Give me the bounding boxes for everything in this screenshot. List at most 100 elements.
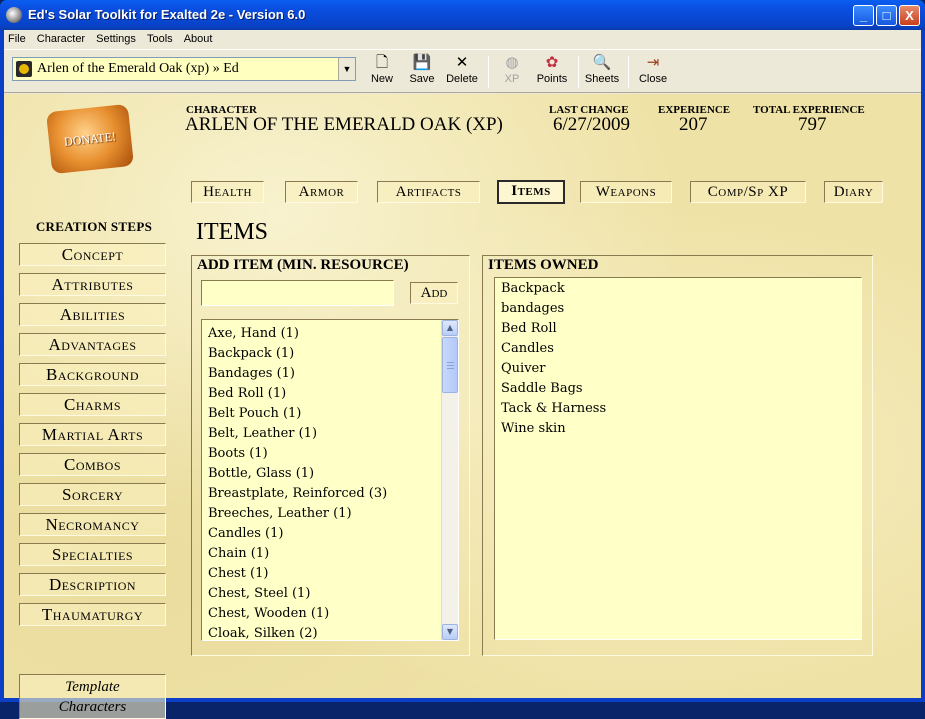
catalog-list-item[interactable]: Belt Pouch (1): [208, 404, 301, 424]
character-select-value: Arlen of the Emerald Oak (xp) » Ed: [37, 61, 239, 76]
tab-diary[interactable]: Diary: [824, 181, 883, 203]
catalog-list-item[interactable]: Chest, Wooden (1): [208, 604, 329, 624]
sheets-label: Sheets: [584, 73, 620, 85]
app-window: Ed's Solar Toolkit for Exalted 2e - Vers…: [0, 0, 925, 719]
step-description[interactable]: Description: [19, 573, 166, 596]
main-content: DONATE! CREATION STEPS Concept Attribute…: [4, 94, 921, 719]
catalog-list-item[interactable]: Breeches, Leather (1): [208, 504, 352, 524]
catalog-list-item[interactable]: Bottle, Glass (1): [208, 464, 314, 484]
tab-armor[interactable]: Armor: [285, 181, 358, 203]
chevron-down-icon[interactable]: ▼: [338, 58, 355, 80]
owned-list-item[interactable]: Tack & Harness: [501, 399, 606, 419]
toolbar-separator: [628, 56, 629, 88]
xp-icon: ◍: [505, 54, 519, 71]
save-button[interactable]: 💾 Save: [406, 53, 438, 91]
points-label: Points: [536, 73, 568, 85]
step-specialties[interactable]: Specialties: [19, 543, 166, 566]
save-label: Save: [409, 73, 435, 85]
catalog-list-item[interactable]: Axe, Hand (1): [208, 324, 299, 344]
catalog-list-item[interactable]: Breastplate, Reinforced (3): [208, 484, 387, 504]
scroll-down-button[interactable]: ▼: [442, 624, 458, 640]
scroll-up-button[interactable]: ▲: [442, 320, 458, 336]
section-title: ITEMS: [196, 219, 268, 245]
catalog-list-item[interactable]: Boots (1): [208, 444, 268, 464]
menu-file[interactable]: File: [4, 30, 30, 47]
step-abilities[interactable]: Abilities: [19, 303, 166, 326]
title-bar[interactable]: Ed's Solar Toolkit for Exalted 2e - Vers…: [0, 0, 925, 30]
menu-tools[interactable]: Tools: [143, 30, 177, 47]
step-charms[interactable]: Charms: [19, 393, 166, 416]
new-document-icon: 🗋: [375, 54, 389, 71]
owned-list-item[interactable]: Candles: [501, 339, 554, 359]
last-change-value: 6/27/2009: [553, 114, 631, 135]
experience-value: 207: [679, 114, 708, 135]
menu-character[interactable]: Character: [33, 30, 89, 47]
delete-button[interactable]: ✕ Delete: [442, 53, 482, 91]
creation-steps-title: CREATION STEPS: [35, 219, 153, 234]
step-advantages[interactable]: Advantages: [19, 333, 166, 356]
owned-list-item[interactable]: Bed Roll: [501, 319, 557, 339]
owned-list-item[interactable]: Saddle Bags: [501, 379, 583, 399]
close-label: Close: [638, 73, 668, 85]
close-button[interactable]: ⇥ Close: [638, 53, 668, 91]
catalog-list-item[interactable]: Bandages (1): [208, 364, 295, 384]
character-name: ARLEN OF THE EMERALD OAK (XP): [185, 114, 503, 135]
catalog-list-item[interactable]: Bed Roll (1): [208, 384, 286, 404]
item-catalog-list[interactable]: Axe, Hand (1) Backpack (1) Bandages (1) Bed…: [201, 319, 459, 641]
step-attributes[interactable]: Attributes: [19, 273, 166, 296]
catalog-list-item[interactable]: Cloak, Silken (2): [208, 624, 318, 640]
new-label: New: [370, 73, 393, 85]
step-sorcery[interactable]: Sorcery: [19, 483, 166, 506]
tab-comp-sp-xp[interactable]: Comp/Sp XP: [690, 181, 806, 203]
catalog-list-item[interactable]: Chest, Steel (1): [208, 584, 310, 604]
template-characters-button[interactable]: Template Characters: [19, 674, 166, 719]
xp-button[interactable]: ◍ XP: [500, 53, 524, 91]
template-line2: Characters: [58, 699, 127, 715]
owned-list-item[interactable]: Wine skin: [501, 419, 566, 439]
character-select[interactable]: Arlen of the Emerald Oak (xp) » Ed ▼: [12, 57, 356, 81]
character-icon: [16, 61, 32, 77]
sheets-magnifier-icon: 🔍: [592, 54, 612, 71]
exit-door-icon: ⇥: [646, 54, 660, 71]
minimize-button[interactable]: _: [853, 5, 874, 26]
items-owned-title: ITEMS OWNED: [488, 257, 599, 273]
tab-weapons[interactable]: Weapons: [580, 181, 672, 203]
tab-items[interactable]: Items: [497, 180, 565, 204]
step-thaumaturgy[interactable]: Thaumaturgy: [19, 603, 166, 626]
tab-artifacts[interactable]: Artifacts: [377, 181, 480, 203]
close-window-button[interactable]: X: [899, 5, 920, 26]
step-martial-arts[interactable]: Martial Arts: [19, 423, 166, 446]
points-icon: ✿: [545, 54, 559, 71]
sheets-button[interactable]: 🔍 Sheets: [584, 53, 620, 91]
delete-label: Delete: [446, 73, 478, 85]
owned-list-item[interactable]: bandages: [501, 299, 564, 319]
scroll-thumb[interactable]: [442, 337, 458, 393]
step-necromancy[interactable]: Necromancy: [19, 513, 166, 536]
points-button[interactable]: ✿ Points: [534, 53, 570, 91]
catalog-scrollbar[interactable]: ▲ ▼: [441, 320, 458, 640]
catalog-list-item[interactable]: Belt, Leather (1): [208, 424, 317, 444]
add-item-input[interactable]: [201, 280, 394, 306]
tab-health[interactable]: Health: [191, 181, 264, 203]
total-experience-value: 797: [798, 114, 827, 135]
toolbar-separator: [488, 56, 489, 88]
owned-list-item[interactable]: Quiver: [501, 359, 545, 379]
add-item-title: ADD ITEM (MIN. RESOURCE): [197, 257, 409, 273]
add-item-button[interactable]: Add: [410, 282, 458, 304]
donate-button[interactable]: DONATE!: [45, 103, 135, 175]
maximize-button[interactable]: □: [876, 5, 897, 26]
new-button[interactable]: 🗋 New: [368, 53, 396, 91]
menu-settings[interactable]: Settings: [92, 30, 140, 47]
items-owned-list[interactable]: Backpack bandages Bed Roll Candles Quiver Sad…: [494, 277, 862, 640]
owned-list-item[interactable]: Backpack: [501, 279, 565, 299]
x-icon: ✕: [455, 54, 469, 71]
catalog-list-item[interactable]: Chain (1): [208, 544, 269, 564]
step-background[interactable]: Background: [19, 363, 166, 386]
step-concept[interactable]: Concept: [19, 243, 166, 266]
catalog-list-item[interactable]: Backpack (1): [208, 344, 294, 364]
window-title: Ed's Solar Toolkit for Exalted 2e - Vers…: [28, 7, 306, 22]
catalog-list-item[interactable]: Candles (1): [208, 524, 283, 544]
step-combos[interactable]: Combos: [19, 453, 166, 476]
catalog-list-item[interactable]: Chest (1): [208, 564, 268, 584]
menu-about[interactable]: About: [180, 30, 217, 47]
